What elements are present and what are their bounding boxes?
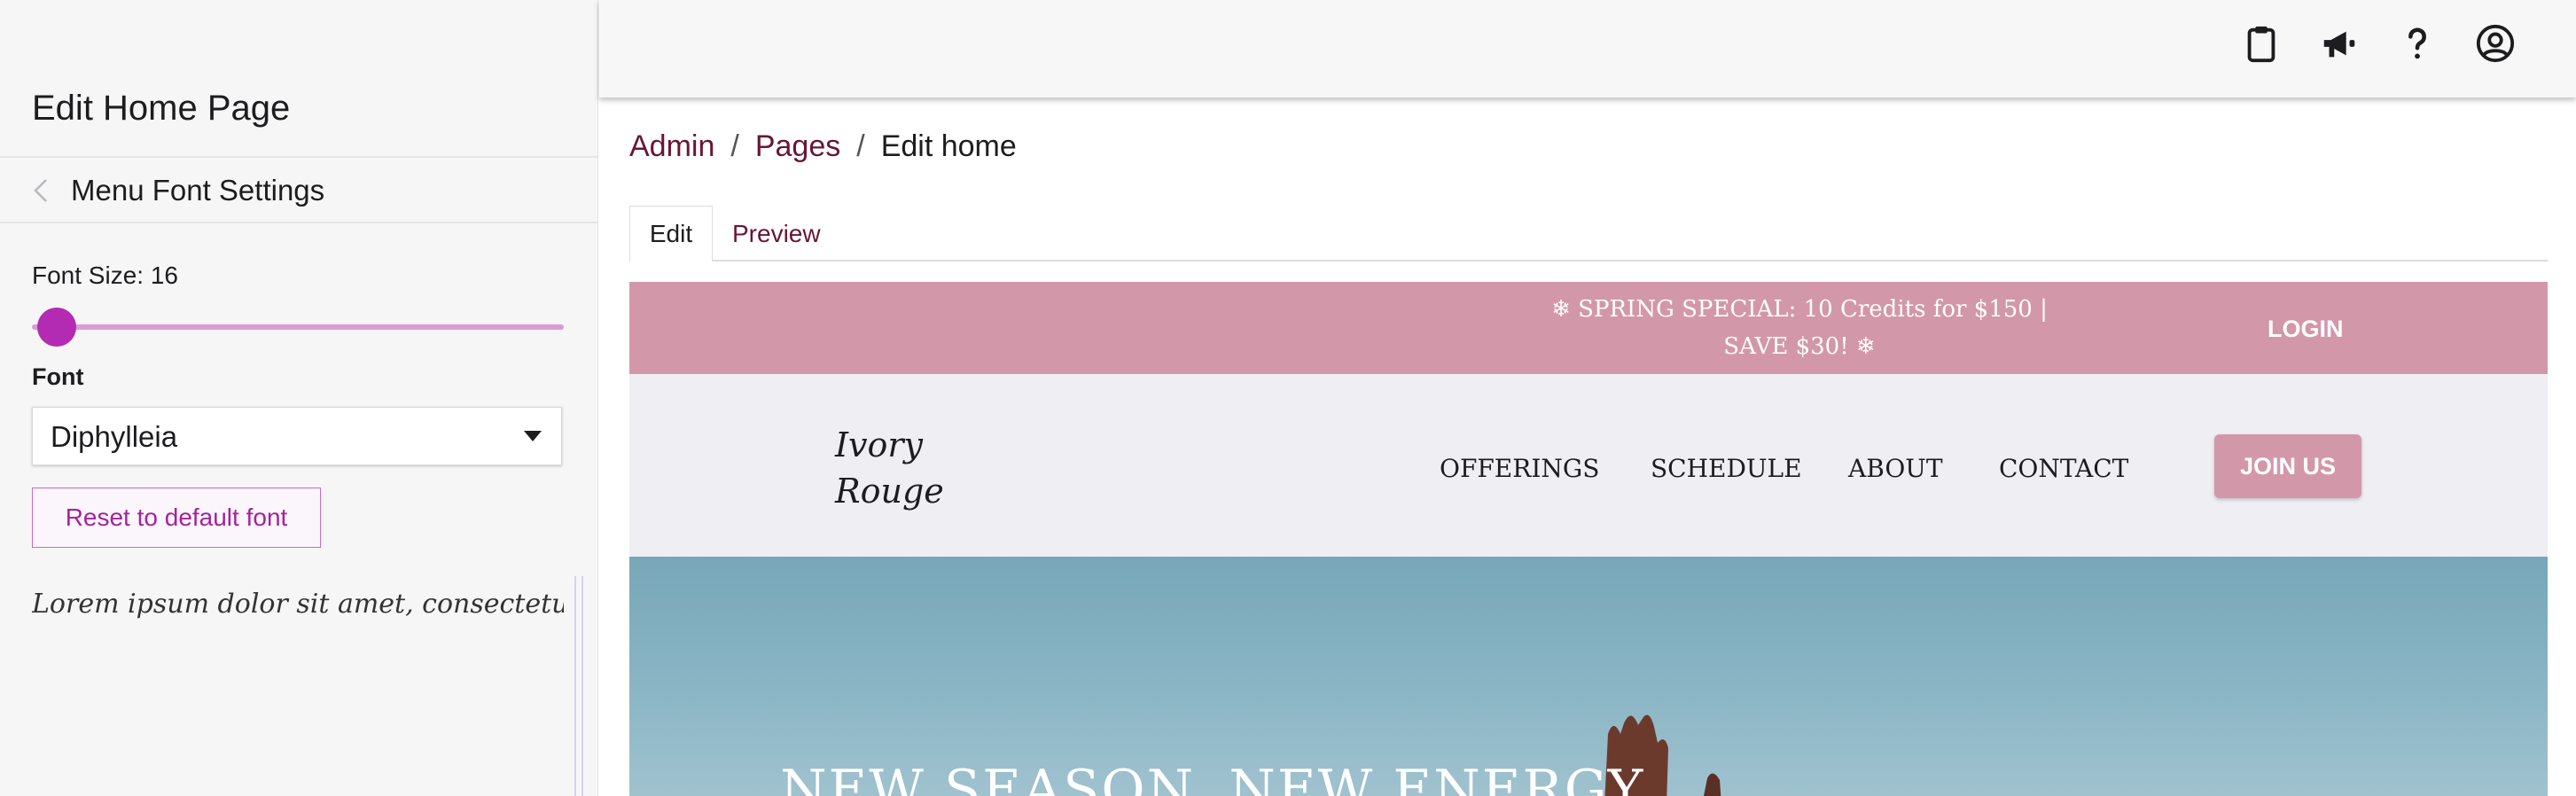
section-title: Menu Font Settings — [71, 174, 325, 207]
editor-sidebar: Edit Home Page Menu Font Settings Font S… — [0, 0, 598, 796]
top-bar — [599, 0, 2576, 98]
breadcrumb-current: Edit home — [880, 129, 1017, 163]
tabs-divider — [629, 260, 2548, 261]
caret-down-icon — [524, 431, 542, 441]
font-size-label: Font Size: 16 — [32, 261, 178, 289]
promo-line-1: ❄ SPRING SPECIAL: 10 Credits for $150 | — [1551, 296, 2048, 323]
font-label: Font — [32, 363, 84, 390]
join-us-button[interactable]: JOIN US — [2214, 434, 2361, 498]
nav-schedule[interactable]: SCHEDULE — [1651, 454, 1802, 483]
help-icon[interactable] — [2397, 23, 2438, 64]
reset-font-button[interactable]: Reset to default font — [32, 488, 321, 548]
divider — [0, 156, 597, 158]
nav-offerings[interactable]: OFFERINGS — [1440, 454, 1599, 483]
scrollbar[interactable] — [574, 576, 583, 796]
hero-title: NEW SEASON. NEW ENERGY. — [780, 759, 1657, 796]
font-size-slider-track[interactable] — [32, 324, 564, 330]
breadcrumb-pages[interactable]: Pages — [755, 129, 840, 163]
promo-text: ❄ SPRING SPECIAL: 10 Credits for $150 | … — [1356, 291, 2243, 365]
logo-line-1: Ivory — [835, 425, 923, 464]
site-logo[interactable]: Ivory Rouge — [835, 422, 977, 514]
breadcrumb-separator: / — [730, 129, 739, 163]
breadcrumb: Admin / Pages / Edit home — [629, 129, 1017, 164]
tab-preview[interactable]: Preview — [732, 220, 821, 248]
font-preview-text: Lorem ipsum dolor sit amet, consectetur … — [32, 589, 564, 620]
account-icon[interactable] — [2475, 23, 2516, 64]
megaphone-icon[interactable] — [2319, 23, 2360, 64]
breadcrumb-separator: / — [856, 129, 865, 163]
site-header: Ivory Rouge OFFERINGS SCHEDULE ABOUT CON… — [629, 374, 2548, 557]
nav-about[interactable]: ABOUT — [1848, 454, 1943, 483]
logo-line-2: Rouge — [835, 472, 944, 511]
hero-section: NEW SEASON. NEW ENERGY. — [629, 557, 2548, 796]
panel-title: Edit Home Page — [32, 89, 291, 128]
chevron-left-icon[interactable] — [30, 177, 51, 204]
tab-edit[interactable]: Edit — [629, 206, 713, 261]
promo-banner: ❄ SPRING SPECIAL: 10 Credits for $150 | … — [629, 282, 2548, 374]
nav-contact[interactable]: CONTACT — [1999, 454, 2128, 483]
font-select-value: Diphylleia — [51, 420, 178, 453]
login-link[interactable]: LOGIN — [2268, 316, 2344, 343]
clipboard-icon[interactable] — [2241, 23, 2282, 64]
back-to-menu-font-settings[interactable]: Menu Font Settings — [0, 160, 597, 222]
promo-line-2: SAVE $30! ❄ — [1723, 333, 1876, 360]
divider — [0, 222, 597, 223]
breadcrumb-admin[interactable]: Admin — [629, 129, 714, 163]
font-size-slider-thumb[interactable] — [37, 308, 76, 347]
font-select[interactable]: Diphylleia — [32, 407, 562, 465]
